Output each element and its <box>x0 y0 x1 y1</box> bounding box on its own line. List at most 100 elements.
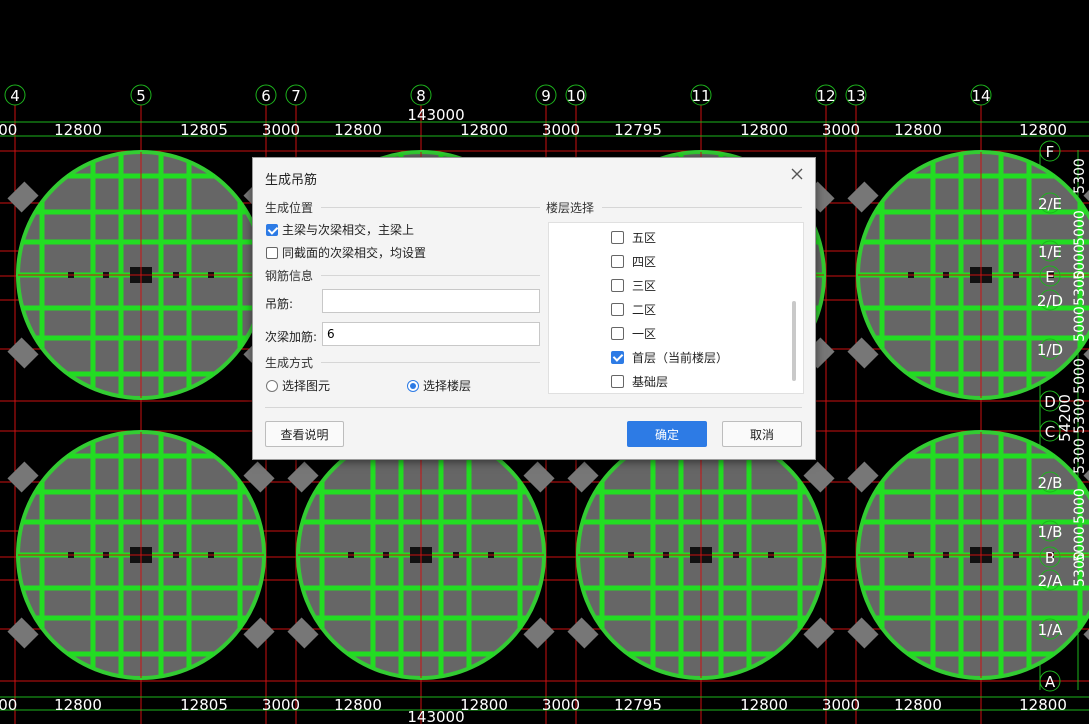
option-main-beam[interactable]: 主梁与次梁相交，主梁上 <box>266 221 414 238</box>
position-section-title: 生成位置 <box>265 201 314 215</box>
slab-tab <box>803 461 835 493</box>
right-dimension-label: 5300 <box>1072 158 1088 194</box>
floor-item[interactable]: 五区 <box>611 229 656 246</box>
help-button[interactable]: 查看说明 <box>265 421 344 447</box>
dimension-label: 000 <box>0 121 17 139</box>
option-main-beam-label: 主梁与次梁相交，主梁上 <box>282 223 415 237</box>
axis-number: 4 <box>10 87 20 105</box>
checkbox-unchecked-icon[interactable] <box>266 246 278 259</box>
row-letter: 2/D <box>1037 292 1063 310</box>
slab-tab <box>847 617 879 649</box>
slab-tab <box>243 617 275 649</box>
row-letter: 2/A <box>1038 572 1064 590</box>
dimension-label: 3000 <box>262 696 300 714</box>
checkbox-unchecked-icon[interactable] <box>611 375 624 388</box>
slab-tab <box>287 461 319 493</box>
right-dimension-label: 5300 <box>1072 438 1088 474</box>
cancel-button[interactable]: 取消 <box>722 421 802 447</box>
right-dimension-label: 5300 <box>1072 398 1088 434</box>
secondary-rebar-label: 次梁加筋: <box>265 330 318 344</box>
dimension-label: 12800 <box>334 696 382 714</box>
axis-number: 8 <box>416 87 426 105</box>
option-same-section-label: 同截面的次梁相交，均设置 <box>282 246 427 260</box>
radio-unselected-icon[interactable] <box>266 379 278 392</box>
slab-tab <box>7 181 39 213</box>
mode-select-element-label: 选择图元 <box>282 379 331 393</box>
floor-list[interactable]: 五区 四区 三区 二区 一区 首层（当前楼层） 基础层 <box>548 222 804 394</box>
axis-number: 6 <box>261 87 271 105</box>
axis-number: 14 <box>971 87 990 105</box>
row-letter: B <box>1045 549 1055 567</box>
floor-item[interactable]: 一区 <box>611 325 656 342</box>
floor-item[interactable]: 三区 <box>611 277 656 294</box>
checkbox-unchecked-icon[interactable] <box>611 231 624 244</box>
floor-item-label: 二区 <box>632 303 657 317</box>
dimension-label: 3000 <box>262 121 300 139</box>
radio-selected-icon[interactable] <box>407 379 419 392</box>
checkbox-unchecked-icon[interactable] <box>611 279 624 292</box>
row-letter: C <box>1045 423 1055 441</box>
checkbox-unchecked-icon[interactable] <box>611 327 624 340</box>
slab-tab <box>567 617 599 649</box>
circular-slab <box>7 430 275 680</box>
floor-item-label: 五区 <box>632 231 657 245</box>
dimension-label: 3000 <box>822 121 860 139</box>
checkbox-unchecked-icon[interactable] <box>611 255 624 268</box>
dimension-label: 12800 <box>1019 696 1067 714</box>
checkbox-unchecked-icon[interactable] <box>611 303 624 316</box>
close-icon[interactable] <box>789 166 805 182</box>
slab-tab <box>287 617 319 649</box>
dialog-title: 生成吊筋 <box>265 173 318 188</box>
row-letter: A <box>1045 673 1056 691</box>
slab-tab <box>243 461 275 493</box>
axis-number: 13 <box>846 87 865 105</box>
dimension-label: 3000 <box>822 696 860 714</box>
total-dimension-label: 143000 <box>407 708 464 724</box>
floor-list-scrollbar[interactable] <box>792 301 796 381</box>
separator <box>265 407 802 408</box>
option-same-section[interactable]: 同截面的次梁相交，均设置 <box>266 244 426 261</box>
dimension-label: 3000 <box>542 696 580 714</box>
mode-select-floor[interactable]: 选择楼层 <box>407 377 471 394</box>
dimension-label: 12805 <box>180 121 228 139</box>
ok-button[interactable]: 确定 <box>627 421 707 447</box>
dimension-label: 12795 <box>614 121 662 139</box>
right-dimension-label: 5000 <box>1072 306 1088 342</box>
dimension-label: 12795 <box>614 696 662 714</box>
dimension-label: 12805 <box>180 696 228 714</box>
hanger-input[interactable] <box>322 289 540 313</box>
total-dimension-label: 143000 <box>407 106 464 124</box>
slab-tab <box>523 617 555 649</box>
row-letter: E <box>1045 268 1054 286</box>
dimension-label: 12800 <box>740 696 788 714</box>
dimension-label: 12800 <box>740 121 788 139</box>
floor-item[interactable]: 二区 <box>611 301 656 318</box>
axis-number: 5 <box>136 87 146 105</box>
right-dimension-label: 5000 <box>1072 358 1088 394</box>
slab-tab <box>847 461 879 493</box>
separator <box>321 207 540 208</box>
hanger-label: 吊筋: <box>265 297 294 311</box>
floor-item[interactable]: 基础层 <box>611 373 668 390</box>
generate-hanger-dialog: 生成吊筋 生成位置 主梁与次梁相交，主梁上 同截面的次梁相交，均设置 钢筋信息 … <box>252 157 816 460</box>
checkbox-checked-icon[interactable] <box>266 223 278 236</box>
slab-tab <box>523 461 555 493</box>
slab-tab <box>7 337 39 369</box>
row-letter: 2/E <box>1038 195 1062 213</box>
dimension-label: 12800 <box>334 121 382 139</box>
mode-select-element[interactable]: 选择图元 <box>266 377 330 394</box>
dimension-label: 12800 <box>460 696 508 714</box>
row-letter: 2/B <box>1038 474 1063 492</box>
dimension-label: 12800 <box>460 121 508 139</box>
dimension-label: 12800 <box>894 121 942 139</box>
floor-item[interactable]: 四区 <box>611 253 656 270</box>
dimension-label: 12800 <box>894 696 942 714</box>
dimension-label: 3000 <box>542 121 580 139</box>
checkbox-checked-icon[interactable] <box>611 351 624 364</box>
secondary-rebar-input[interactable] <box>322 322 540 346</box>
right-dimension-label: 5300 <box>1072 551 1088 587</box>
dimension-label: 000 <box>0 696 17 714</box>
dimension-label: 12800 <box>1019 121 1067 139</box>
floor-item-current[interactable]: 首层（当前楼层） <box>611 349 728 366</box>
floor-item-label: 四区 <box>632 255 657 269</box>
